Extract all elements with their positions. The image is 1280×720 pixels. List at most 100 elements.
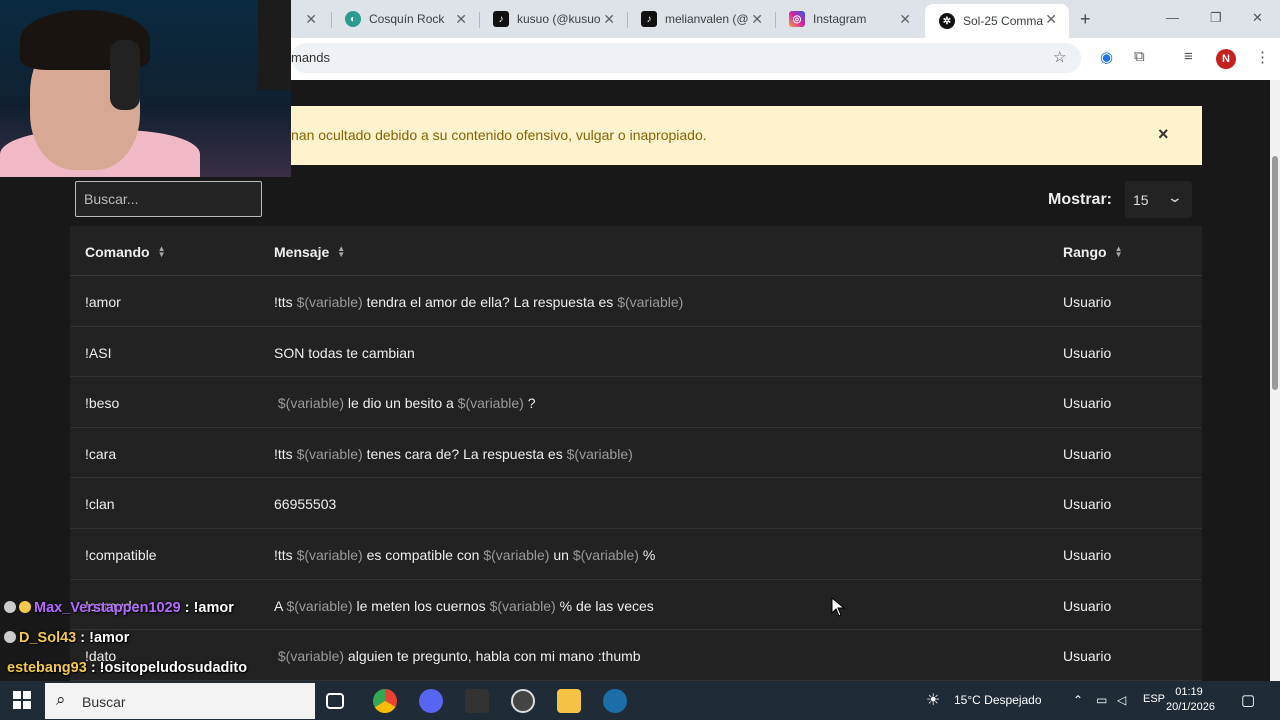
stream-chat-overlay: Max_Verstappen1029 : !amor D_Sol43 : !am… <box>0 598 300 682</box>
taskbar-search[interactable]: ⌕ Buscar <box>45 683 315 719</box>
notifications-icon[interactable]: ▢ <box>1241 691 1255 709</box>
epic-games-icon[interactable] <box>465 689 489 713</box>
message-cell: $(variable) alguien te pregunto, habla c… <box>274 648 641 664</box>
tab-label: melianvalen (@ <box>665 12 749 26</box>
variable-token: $(variable) <box>457 395 524 412</box>
page-scrollbar[interactable] <box>1270 80 1280 681</box>
tab-kusuo[interactable]: ♪ kusuo (@kusuo ✕ <box>479 4 627 34</box>
chrome-icon[interactable] <box>373 689 397 713</box>
obs-icon[interactable] <box>511 689 535 713</box>
clock-date: 20/1/2026 <box>1166 701 1215 713</box>
close-tab-icon[interactable]: ✕ <box>603 11 615 28</box>
message-text: un <box>549 546 573 563</box>
message-text: 66955503 <box>274 496 337 513</box>
menu-icon[interactable]: ⋮ <box>1255 48 1270 66</box>
profile-avatar[interactable]: N <box>1216 49 1236 69</box>
command-cell: !clan <box>85 496 115 513</box>
variable-token: $(variable) <box>617 294 684 310</box>
new-tab-button[interactable]: + <box>1080 9 1091 30</box>
variable-token: $(variable) <box>277 395 345 412</box>
windows-start-icon[interactable] <box>13 691 31 709</box>
taskbar-search-label: Buscar <box>82 694 126 710</box>
scrollbar-thumb[interactable] <box>1272 156 1278 390</box>
minimize-icon[interactable]: — <box>1166 10 1179 25</box>
column-header-rango[interactable]: Rango ▲ ▼ <box>1063 244 1122 260</box>
chat-message: estebang93 : !ositopeludosudadito <box>7 660 247 676</box>
address-field[interactable]: mands <box>291 43 1081 73</box>
tab-sol25-commands[interactable]: ✲ Sol-25 Comman ✕ <box>925 4 1069 38</box>
discord-icon[interactable] <box>419 689 443 713</box>
variable-token: $(variable) <box>566 445 633 462</box>
chat-username: estebang93 <box>7 660 87 676</box>
windows-taskbar: ⌕ Buscar ☀ 15°C Despejado ⌃ ▭ ◁ ESP 01:1… <box>0 681 1280 720</box>
table-header: Comando ▲ ▼ Mensaje ▲ ▼ Rango ▲ ▼ <box>70 226 1202 276</box>
search-input[interactable] <box>75 181 262 217</box>
chevron-down-icon: ⌄ <box>1166 189 1184 205</box>
steam-icon[interactable] <box>603 689 627 713</box>
tab-cosquin-rock[interactable]: ◐ Cosquín Rock ✕ <box>331 4 479 34</box>
message-cell: SON todas te cambian <box>274 345 415 361</box>
cast-icon[interactable]: ◉ <box>1100 48 1113 66</box>
clock[interactable]: 01:19 20/1/2026 <box>1166 685 1215 715</box>
extensions-icon[interactable]: ⧉ <box>1134 48 1145 65</box>
rank-cell: Usuario <box>1063 294 1112 310</box>
close-tab-icon[interactable]: ✕ <box>899 11 911 28</box>
tab-label: Cosquín Rock <box>369 12 445 26</box>
close-tab-icon[interactable]: ✕ <box>751 11 763 28</box>
chat-text: : !ositopeludosudadito <box>86 660 248 676</box>
variable-token: $(variable) <box>296 445 363 462</box>
rank-cell: Usuario <box>1063 546 1112 563</box>
close-icon[interactable]: × <box>1158 124 1169 145</box>
column-header-label: Rango <box>1063 244 1107 260</box>
variable-token: $(variable) <box>572 546 639 563</box>
message-text: tenes cara de? La respuesta es <box>362 445 567 462</box>
close-tab-icon[interactable]: ✕ <box>455 11 467 28</box>
column-header-label: Mensaje <box>274 244 330 260</box>
rank-cell: Usuario <box>1063 597 1112 614</box>
restore-icon[interactable]: ❐ <box>1210 10 1222 26</box>
bookmark-star-icon[interactable]: ☆ <box>1053 48 1066 66</box>
command-cell: !beso <box>85 395 120 412</box>
table-row: !amor !tts $(variable) tendra el amor de … <box>70 276 1202 327</box>
tab-label: Sol-25 Comman <box>963 14 1043 28</box>
message-text: SON todas te cambian <box>274 344 415 361</box>
alert-message: nan ocultado debido a su contenido ofens… <box>291 127 707 143</box>
rank-cell: Usuario <box>1063 648 1112 665</box>
volume-icon[interactable]: ◁ <box>1117 693 1126 707</box>
column-header-mensaje[interactable]: Mensaje ▲ ▼ <box>274 244 345 260</box>
command-cell: !cara <box>85 445 117 462</box>
tiktok-icon: ♪ <box>493 11 509 27</box>
show-entries-select[interactable]: 15 ⌄ <box>1125 181 1192 218</box>
tiktok-icon: ♪ <box>641 11 657 27</box>
rank-cell: Usuario <box>1063 395 1112 412</box>
file-explorer-icon[interactable] <box>557 689 581 713</box>
close-window-icon[interactable]: ✕ <box>1252 10 1263 26</box>
media-icon[interactable]: ≡ <box>1184 48 1193 65</box>
search-icon: ⌕ <box>56 690 66 709</box>
message-text: % de las veces <box>555 597 654 614</box>
table-row: !compatible !tts $(variable) es compatibl… <box>70 529 1202 580</box>
tab-0[interactable]: ✕ <box>291 4 331 34</box>
table-row: !beso $(variable) le dio un besito a $(v… <box>70 377 1202 428</box>
chat-text: : !amor <box>180 600 234 616</box>
tab-label: Instagram <box>813 12 867 26</box>
sort-icon: ▲ ▼ <box>157 244 166 259</box>
message-cell: !tts $(variable) tenes cara de? La respu… <box>274 446 633 462</box>
column-header-comando[interactable]: Comando ▲ ▼ <box>85 244 165 260</box>
close-tab-icon[interactable]: ✕ <box>1045 11 1057 28</box>
tab-instagram[interactable]: ◎ Instagram ✕ <box>775 4 923 34</box>
table-row: !cara !tts $(variable) tenes cara de? La … <box>70 428 1202 479</box>
cosquin-icon: ◐ <box>345 11 361 27</box>
weather-text[interactable]: 15°C Despejado <box>954 693 1042 707</box>
task-view-icon[interactable] <box>326 693 344 709</box>
language-indicator[interactable]: ESP <box>1143 693 1165 705</box>
chat-text: : !amor <box>76 630 130 646</box>
network-icon[interactable]: ▭ <box>1096 693 1107 707</box>
command-cell: !compatible <box>85 546 157 563</box>
tab-melianvalen[interactable]: ♪ melianvalen (@ ✕ <box>627 4 775 34</box>
message-text: tendra el amor de ella? La respuesta es <box>362 294 618 310</box>
chevron-up-icon[interactable]: ⌃ <box>1073 693 1083 707</box>
close-tab-icon[interactable]: ✕ <box>305 11 317 28</box>
rank-cell: Usuario <box>1063 445 1112 462</box>
message-text: % <box>638 546 656 563</box>
